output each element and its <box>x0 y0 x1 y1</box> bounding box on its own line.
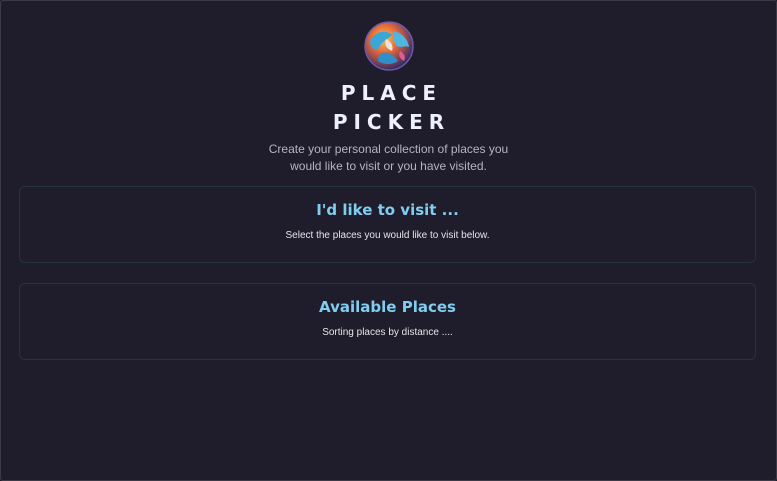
visit-heading: I'd like to visit ... <box>316 201 459 219</box>
visit-section: I'd like to visit ... Select the places … <box>19 186 756 263</box>
app-subtitle: Create your personal collection of place… <box>268 142 509 173</box>
globe-logo-icon <box>363 21 414 71</box>
page-header: PLACE PICKER Create your personal collec… <box>0 0 777 175</box>
available-places-status: Sorting places by distance .... <box>322 327 453 338</box>
visit-description: Select the places you would like to visi… <box>285 230 490 241</box>
app-title-line1: PLACE <box>340 81 443 105</box>
app-title-line2: PICKER <box>332 110 451 134</box>
available-places-heading: Available Places <box>319 298 456 316</box>
app-title: PLACE PICKER <box>316 79 462 137</box>
available-places-section: Available Places Sorting places by dista… <box>19 283 756 360</box>
